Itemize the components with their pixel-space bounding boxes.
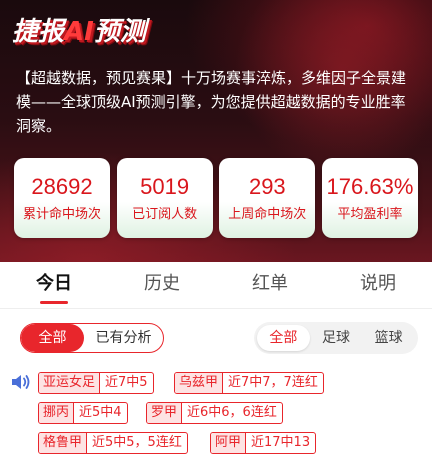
hero-banner: 捷报AI预测 【超越数据，预见赛果】十万场赛事淬炼，多维因子全景建模——全球顶级… xyxy=(0,0,432,262)
ticker-item[interactable]: 罗甲 近6中6，6连红 xyxy=(146,402,283,424)
stat-card-subscribers: 5019 已订阅人数 xyxy=(116,158,213,238)
ticker-record: 近6中6，6连红 xyxy=(181,403,282,423)
hero-description: 【超越数据，预见赛果】十万场赛事淬炼，多维因子全景建模——全球顶级AI预测引擎，… xyxy=(16,69,407,135)
ticker-league: 乌兹甲 xyxy=(175,373,223,393)
analysis-filter: 全部 已有分析 xyxy=(20,323,164,353)
sport-filter: 全部 足球 篮球 xyxy=(254,322,418,354)
hero-title-after: 预测 xyxy=(93,17,146,47)
stat-value: 5019 xyxy=(140,174,190,199)
stats-row: 28692 累计命中场次 5019 已订阅人数 293 上周命中场次 176.6… xyxy=(14,158,418,238)
tab-instructions[interactable]: 说明 xyxy=(324,262,432,308)
stat-card-last-week-hits: 293 上周命中场次 xyxy=(219,158,316,238)
stat-value: 293 xyxy=(248,174,286,199)
ticker-league: 阿甲 xyxy=(211,433,246,453)
ticker-item[interactable]: 挪丙 近5中4 xyxy=(38,402,128,424)
tab-history[interactable]: 历史 xyxy=(108,262,216,308)
tab-red-picks[interactable]: 红单 xyxy=(216,262,324,308)
stat-value: 28692 xyxy=(31,174,93,199)
ticker-league: 挪丙 xyxy=(39,403,74,423)
sport-all-button[interactable]: 全部 xyxy=(257,325,310,351)
ticker-record: 近7中7，7连红 xyxy=(222,373,323,393)
stat-label: 累计命中场次 xyxy=(22,207,101,222)
ticker-record: 近7中5 xyxy=(99,373,153,393)
stat-card-profit-rate: 176.63% 平均盈利率 xyxy=(321,158,418,238)
stat-value: 176.63% xyxy=(326,174,414,199)
stat-label: 已订阅人数 xyxy=(132,207,198,222)
ticker-league: 亚运女足 xyxy=(39,373,100,393)
stat-label: 平均盈利率 xyxy=(337,207,403,222)
ticker-record: 近17中13 xyxy=(245,433,315,453)
filter-analyzed-button[interactable]: 已有分析 xyxy=(84,324,163,352)
tabs-divider xyxy=(0,308,432,309)
hero-title-ai: AI xyxy=(64,17,94,47)
ticker-item[interactable]: 阿甲 近17中13 xyxy=(210,432,317,454)
main-tabs: 今日 历史 红单 说明 xyxy=(0,262,432,308)
filter-all-button[interactable]: 全部 xyxy=(21,324,85,352)
hero-title-before: 捷报 xyxy=(12,17,65,47)
sport-football-button[interactable]: 足球 xyxy=(310,325,363,351)
ticker-item[interactable]: 亚运女足 近7中5 xyxy=(38,372,154,394)
ticker-item[interactable]: 格鲁甲 近5中5，5连红 xyxy=(38,432,188,454)
stat-label: 上周命中场次 xyxy=(228,207,307,222)
tab-today[interactable]: 今日 xyxy=(0,262,108,308)
ticker-record: 近5中5，5连红 xyxy=(86,433,187,453)
ticker-league: 罗甲 xyxy=(147,403,182,423)
ticker-item[interactable]: 乌兹甲 近7中7，7连红 xyxy=(174,372,324,394)
stat-card-total-hits: 28692 累计命中场次 xyxy=(14,158,110,238)
speaker-icon xyxy=(12,375,30,389)
hero-title: 捷报AI预测 xyxy=(12,14,146,50)
ticker-record: 近5中4 xyxy=(73,403,127,423)
ticker-league: 格鲁甲 xyxy=(39,433,87,453)
sport-basketball-button[interactable]: 篮球 xyxy=(362,325,415,351)
